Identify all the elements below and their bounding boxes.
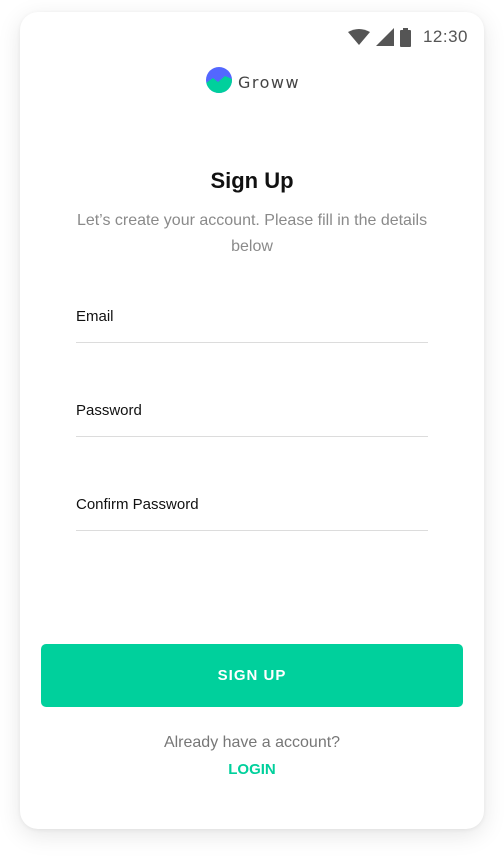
wifi-icon — [347, 29, 370, 45]
password-field-label: Password — [76, 402, 142, 419]
phone-frame: 12:30 Groww Sign Up Let’s create your ac… — [20, 12, 484, 829]
status-bar: 12:30 — [347, 24, 468, 50]
brand-logo: Groww — [206, 67, 300, 98]
status-time: 12:30 — [422, 27, 468, 46]
password-field[interactable]: Password — [76, 392, 428, 437]
confirm-password-field-label: Confirm Password — [76, 496, 199, 513]
confirm-password-field[interactable]: Confirm Password — [76, 486, 428, 531]
groww-logo-icon — [206, 67, 232, 98]
brand-name: Groww — [238, 73, 301, 92]
battery-icon — [399, 27, 411, 47]
signal-icon — [375, 28, 394, 46]
page-subtitle: Let’s create your account. Please fill i… — [76, 212, 428, 255]
email-field[interactable]: Email — [76, 298, 428, 343]
page-title: Sign Up — [210, 168, 294, 193]
login-prompt: Already have a account? — [163, 734, 341, 751]
sign-up-button[interactable]: SIGN UP — [41, 644, 463, 707]
email-field-label: Email — [76, 308, 114, 325]
login-link[interactable]: LOGIN — [20, 761, 484, 778]
